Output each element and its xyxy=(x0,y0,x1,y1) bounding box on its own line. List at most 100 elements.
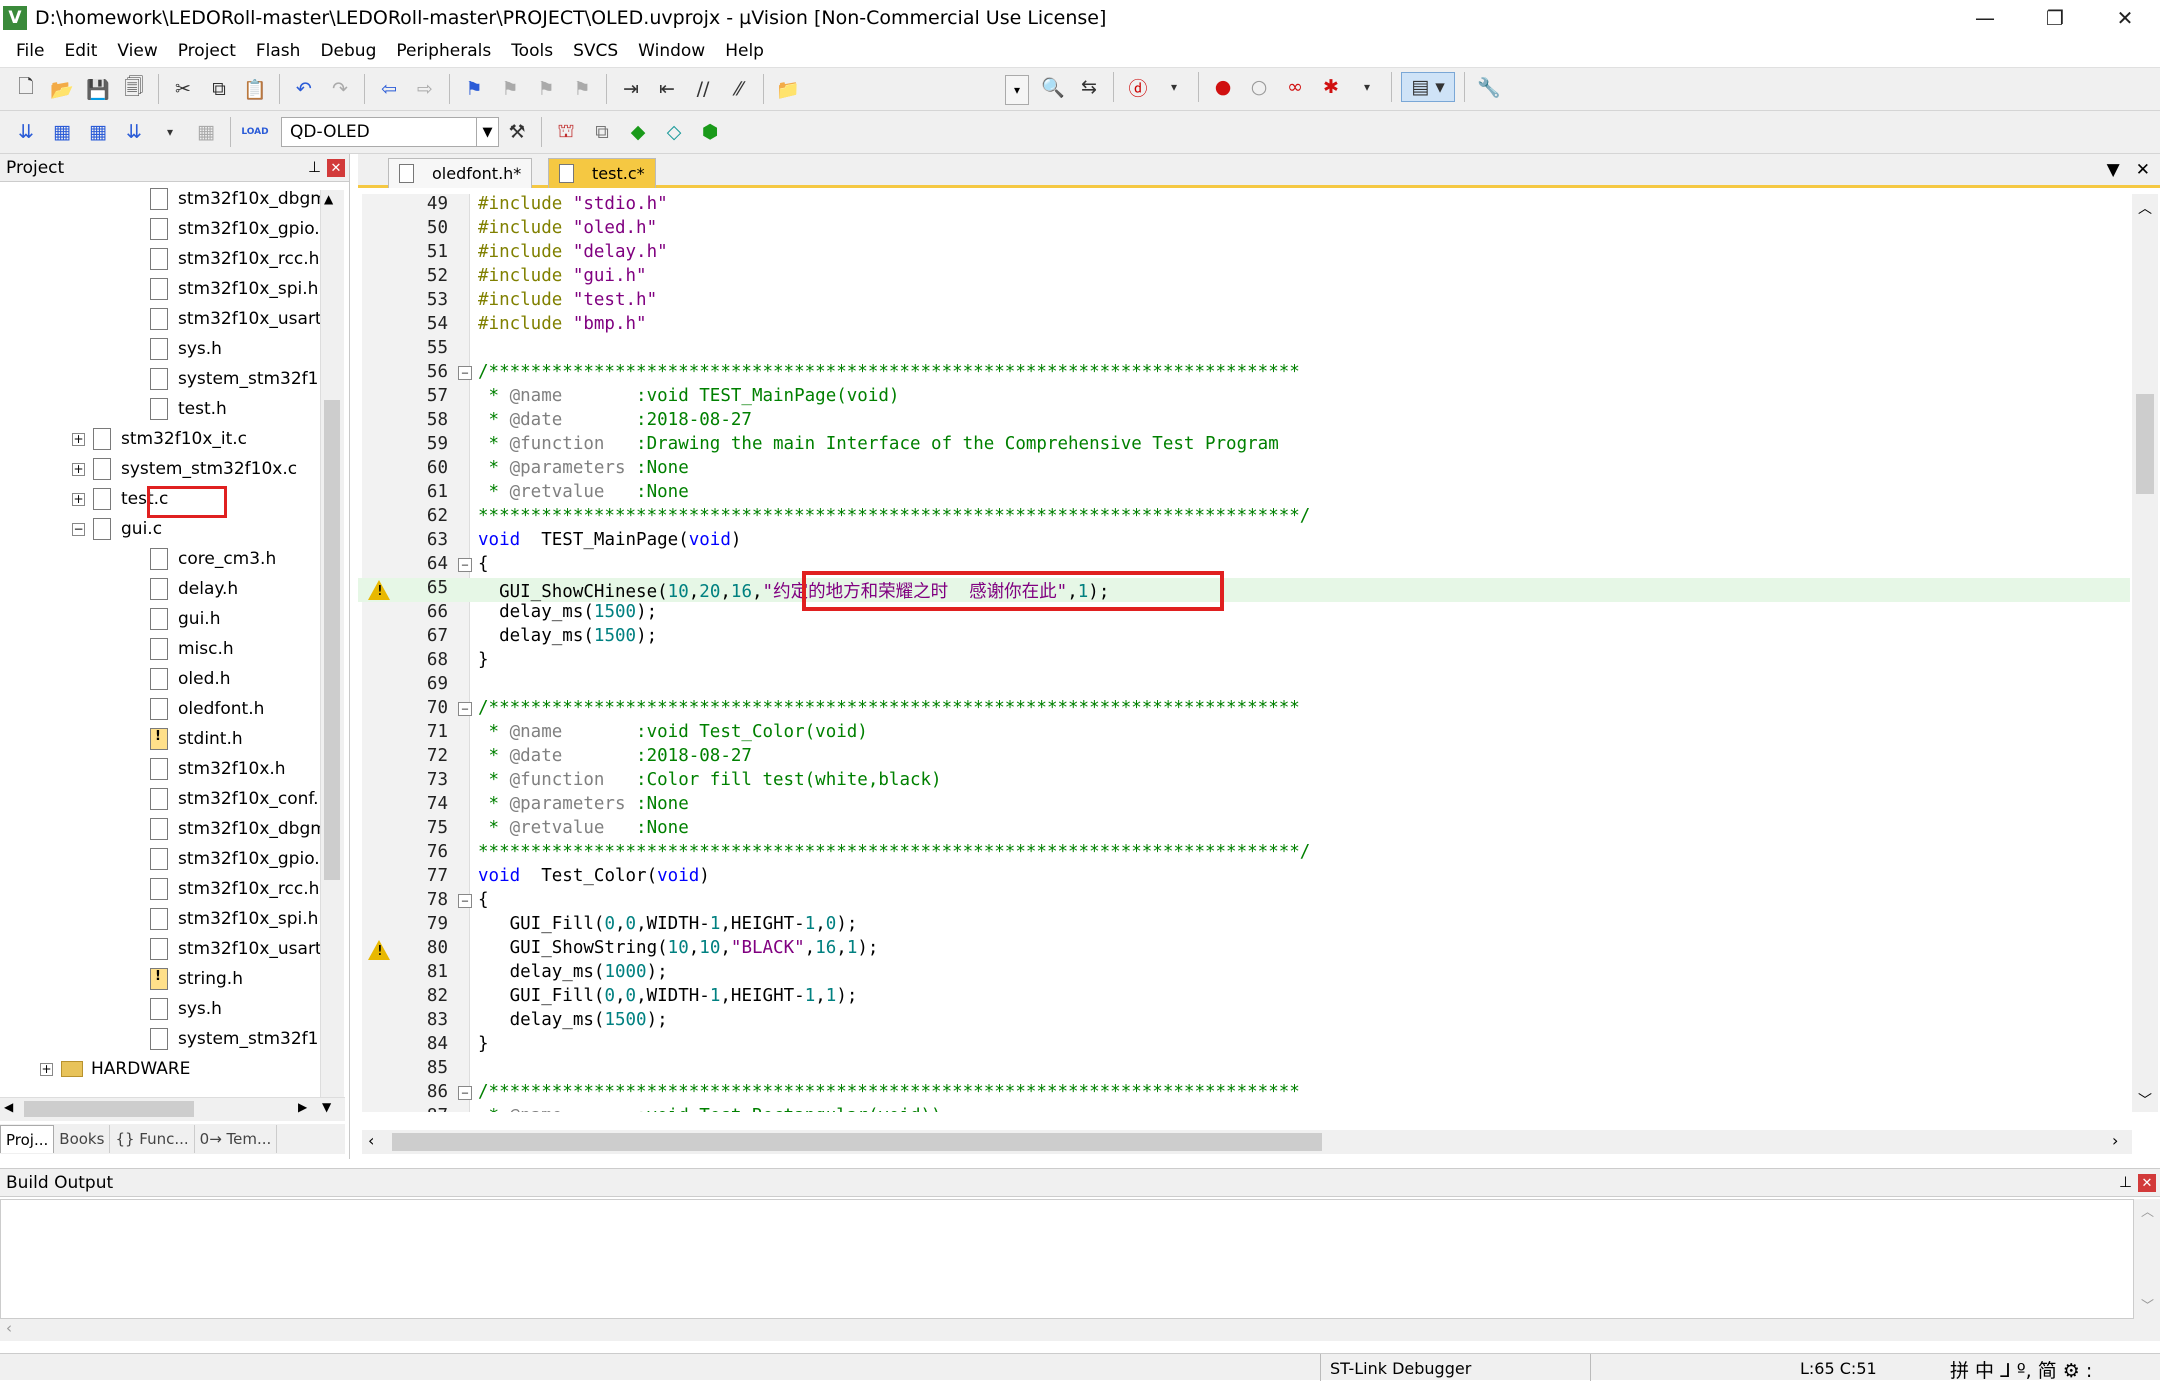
nav-forward-icon[interactable]: ⇨ xyxy=(410,74,440,104)
code-line[interactable]: 72 * @date :2018-08-27 xyxy=(358,746,2130,770)
stop-build-icon[interactable]: ▦ xyxy=(191,117,221,147)
scroll-up-icon[interactable]: ▲ xyxy=(324,192,333,206)
manage-components-icon[interactable]: ⬢ xyxy=(695,117,725,147)
code-line[interactable]: 50 #include "oled.h" xyxy=(358,218,2130,242)
code-line[interactable]: 55 xyxy=(358,338,2130,362)
unindent-icon[interactable]: ⇤ xyxy=(652,74,682,104)
uncomment-icon[interactable]: ⁄⁄ xyxy=(724,74,754,104)
code-line[interactable]: 86−/************************************… xyxy=(358,1082,2130,1106)
open-folder-icon[interactable]: 📂 xyxy=(47,74,77,104)
code-line[interactable]: 69 xyxy=(358,674,2130,698)
close-tab-icon[interactable]: ✕ xyxy=(2136,160,2150,180)
editor-vertical-scrollbar[interactable]: ︿ ﹀ xyxy=(2132,194,2158,1112)
expand-icon[interactable]: + xyxy=(72,492,85,506)
translate-icon[interactable]: ⇊ xyxy=(11,117,41,147)
project-panel-close-icon[interactable]: ✕ xyxy=(327,159,345,177)
tab-oledfont-h[interactable]: oledfont.h* xyxy=(388,158,533,188)
breakpoint-disable-icon[interactable]: ○ xyxy=(1244,72,1274,102)
tree-file[interactable]: stm32f10x_usart. xyxy=(150,304,320,334)
tree-file[interactable]: stm32f10x_usart. xyxy=(150,934,320,964)
code-line[interactable]: 51 #include "delay.h" xyxy=(358,242,2130,266)
code-line[interactable]: 85 xyxy=(358,1058,2130,1082)
collapse-icon[interactable]: − xyxy=(72,522,85,536)
code-line[interactable]: 74 * @parameters :None xyxy=(358,794,2130,818)
find-in-files-icon[interactable]: 📁 xyxy=(773,74,803,104)
tree-file[interactable]: oled.h xyxy=(150,664,231,694)
tab-test-c[interactable]: test.c* xyxy=(548,158,656,188)
tree-file[interactable]: core_cm3.h xyxy=(150,544,276,574)
download-icon[interactable]: LOAD xyxy=(240,117,270,147)
pin-icon[interactable]: ⊥ xyxy=(2119,1173,2132,1191)
menu-flash[interactable]: Flash xyxy=(246,35,311,68)
project-panel-tab[interactable]: Books xyxy=(54,1125,111,1153)
code-line[interactable]: 58 * @date :2018-08-27 xyxy=(358,410,2130,434)
tree-file[interactable]: stm32f10x_spi.h xyxy=(150,274,318,304)
status-ime-indicator[interactable]: 拼 中 ⅃ º, 简 ⚙ : xyxy=(1950,1356,2092,1383)
tree-file[interactable]: stm32f10x.h xyxy=(150,754,286,784)
tree-file[interactable]: − gui.c xyxy=(72,514,162,544)
build-output-close-icon[interactable]: ✕ xyxy=(2138,1174,2156,1192)
code-line[interactable]: 59 * @function :Drawing the main Interfa… xyxy=(358,434,2130,458)
menu-debug[interactable]: Debug xyxy=(310,35,386,68)
code-line[interactable]: 70−/************************************… xyxy=(358,698,2130,722)
editor-scroll-thumb[interactable] xyxy=(2136,394,2154,494)
tree-hscroll-thumb[interactable] xyxy=(24,1101,194,1117)
pin-icon[interactable]: ⊥ xyxy=(308,158,321,176)
tree-file[interactable]: + stm32f10x_it.c xyxy=(72,424,247,454)
editor-hscroll-thumb[interactable] xyxy=(392,1133,1322,1151)
rebuild-icon[interactable]: ▦ xyxy=(83,117,113,147)
code-line[interactable]: 81 delay_ms(1000); xyxy=(358,962,2130,986)
tree-file[interactable]: stm32f10x_rcc.h xyxy=(150,874,319,904)
code-line[interactable]: 73 * @function :Color fill test(white,bl… xyxy=(358,770,2130,794)
scroll-up-icon[interactable]: ︿ xyxy=(2141,1201,2154,1220)
scroll-up-icon[interactable]: ︿ xyxy=(2138,198,2152,218)
project-panel-tab[interactable]: 0→ Tem... xyxy=(195,1125,278,1153)
scroll-down-icon[interactable]: ▼ xyxy=(322,1100,331,1114)
new-file-icon[interactable]: 🗋 xyxy=(11,74,41,104)
paste-icon[interactable]: 📋 xyxy=(240,74,270,104)
editor-horizontal-scrollbar[interactable]: ‹ › xyxy=(362,1130,2132,1154)
replace-icon[interactable]: ⇆ xyxy=(1074,72,1104,102)
code-line[interactable]: 52 #include "gui.h" xyxy=(358,266,2130,290)
minimize-button[interactable]: — xyxy=(1950,0,2020,35)
menu-edit[interactable]: Edit xyxy=(54,35,107,68)
expand-icon[interactable]: + xyxy=(72,432,85,446)
fold-toggle-icon[interactable]: − xyxy=(458,558,472,572)
breakpoint-icon[interactable]: ● xyxy=(1208,72,1238,102)
tree-file[interactable]: stdint.h xyxy=(150,724,243,754)
tree-file[interactable]: stm32f10x_dbgm xyxy=(150,184,320,214)
redo-icon[interactable]: ↷ xyxy=(325,74,355,104)
code-line[interactable]: 65 GUI_ShowCHinese(10,20,16,"约定的地方和荣耀之时 … xyxy=(358,578,2130,602)
code-line[interactable]: 87 * @name :void Test_Rectangular(void)) xyxy=(358,1106,2130,1112)
code-view[interactable]: 49 #include "stdio.h" 50 #include "oled.h" 5… xyxy=(358,194,2130,1112)
menu-svcs[interactable]: SVCS xyxy=(563,35,628,68)
tree-file[interactable]: sys.h xyxy=(150,994,222,1024)
tree-horizontal-scrollbar[interactable]: ◀ ▶ ▼ xyxy=(0,1097,345,1121)
menu-help[interactable]: Help xyxy=(715,35,774,68)
expand-icon[interactable]: + xyxy=(40,1062,53,1076)
tree-file[interactable]: system_stm32f1( xyxy=(150,364,320,394)
code-line[interactable]: 68} xyxy=(358,650,2130,674)
menu-file[interactable]: File xyxy=(6,35,54,68)
warning-icon[interactable] xyxy=(368,580,390,600)
fold-toggle-icon[interactable]: − xyxy=(458,894,472,908)
debug-session-icon[interactable]: ⓓ xyxy=(1123,72,1153,102)
code-line[interactable]: 71 * @name :void Test_Color(void) xyxy=(358,722,2130,746)
indent-icon[interactable]: ⇥ xyxy=(616,74,646,104)
scroll-right-icon[interactable]: ▶ xyxy=(298,1100,307,1114)
fold-toggle-icon[interactable]: − xyxy=(458,702,472,716)
code-line[interactable]: 54 #include "bmp.h" xyxy=(358,314,2130,338)
scroll-left-icon[interactable]: ◀ xyxy=(4,1100,13,1114)
window-layout-icon[interactable]: ▤ ▾ xyxy=(1401,72,1455,102)
scroll-down-icon[interactable]: ﹀ xyxy=(2141,1295,2154,1314)
code-line[interactable]: 77 void Test_Color(void) xyxy=(358,866,2130,890)
configure-icon[interactable]: 🔧 xyxy=(1474,72,1504,102)
tree-file[interactable]: sys.h xyxy=(150,334,222,364)
scroll-down-icon[interactable]: ﹀ xyxy=(2138,1090,2152,1110)
project-panel-tab[interactable]: {} Func... xyxy=(110,1125,195,1153)
scroll-left-icon[interactable]: ‹ xyxy=(368,1131,374,1150)
run-time-environment-icon[interactable]: ◆ xyxy=(623,117,653,147)
find-combo-dropdown[interactable]: ▾ xyxy=(1005,75,1029,105)
tree-vertical-scrollbar[interactable]: ▲ xyxy=(320,190,344,1100)
tree-file[interactable]: delay.h xyxy=(150,574,238,604)
